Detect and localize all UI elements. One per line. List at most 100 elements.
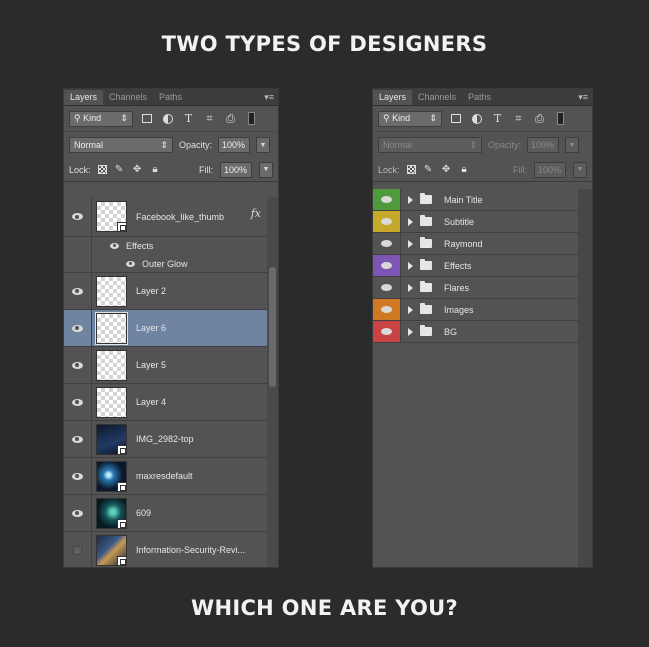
layer-group-row[interactable]: Images — [373, 299, 579, 321]
visibility-toggle[interactable] — [373, 255, 401, 276]
kind-filter-select[interactable]: ⚲ Kind ⇕ — [69, 110, 133, 127]
effects-row[interactable]: Effects — [64, 237, 269, 255]
panel-menu-icon[interactable]: ▾≡ — [578, 92, 588, 103]
shape-filter-icon[interactable]: ⌗ — [202, 111, 217, 126]
visibility-toggle[interactable] — [64, 255, 92, 272]
fill-dropdown-button[interactable]: ▼ — [259, 161, 273, 178]
layer-scrollbar[interactable] — [578, 189, 592, 567]
layer-row[interactable]: Layer 4 — [64, 384, 269, 421]
eye-icon[interactable] — [110, 243, 119, 249]
effect-item-row[interactable]: Outer Glow — [64, 255, 269, 273]
layer-row-selected[interactable]: Layer 6 — [64, 310, 269, 347]
adjustment-filter-icon[interactable] — [160, 111, 175, 126]
visibility-toggle[interactable] — [64, 310, 92, 346]
type-filter-icon[interactable]: T — [181, 111, 196, 126]
opacity-dropdown-button[interactable]: ▼ — [256, 137, 271, 153]
tab-layers[interactable]: Layers — [373, 90, 413, 105]
layer-name: maxresdefault — [136, 471, 193, 481]
blend-mode-select[interactable]: Normal ⇕ — [378, 137, 482, 153]
lock-label: Lock: — [69, 164, 91, 175]
visibility-toggle[interactable] — [64, 347, 92, 383]
visibility-toggle[interactable] — [373, 299, 401, 320]
type-filter-icon[interactable]: T — [490, 111, 505, 126]
visibility-toggle[interactable] — [373, 211, 401, 232]
filter-toggle-icon[interactable] — [244, 111, 259, 126]
lock-move-icon[interactable]: ✥ — [441, 164, 452, 175]
visibility-toggle[interactable] — [373, 233, 401, 254]
tab-paths[interactable]: Paths — [462, 90, 497, 105]
layer-row[interactable]: Layer 5 — [64, 347, 269, 384]
expand-arrow-icon[interactable] — [408, 217, 413, 226]
spinner-icon: ⇕ — [160, 139, 168, 150]
opacity-field[interactable]: 100% — [218, 137, 251, 153]
layer-row[interactable]: IMG_2982-top — [64, 421, 269, 458]
blend-mode-select[interactable]: Normal ⇕ — [69, 137, 173, 153]
opacity-dropdown-button[interactable]: ▼ — [565, 137, 580, 153]
visibility-toggle[interactable] — [64, 458, 92, 494]
smart-object-filter-icon[interactable]: ⎙ — [223, 111, 238, 126]
kind-filter-select[interactable]: ⚲ Kind ⇕ — [378, 110, 442, 127]
visibility-toggle[interactable] — [64, 197, 92, 236]
expand-arrow-icon[interactable] — [408, 195, 413, 204]
fill-field[interactable]: 100% — [534, 161, 566, 178]
image-filter-icon[interactable] — [448, 111, 463, 126]
panel-menu-icon[interactable]: ▾≡ — [264, 92, 274, 103]
tab-layers[interactable]: Layers — [64, 90, 104, 105]
layer-group-row[interactable]: Subtitle — [373, 211, 579, 233]
scrollbar-thumb[interactable] — [269, 267, 276, 387]
lock-brush-icon[interactable]: ✎ — [114, 164, 125, 175]
visibility-toggle[interactable] — [64, 273, 92, 309]
visibility-toggle[interactable] — [64, 384, 92, 420]
visibility-toggle[interactable] — [64, 532, 92, 567]
layer-group-row[interactable]: BG — [373, 321, 579, 343]
tab-paths[interactable]: Paths — [153, 90, 188, 105]
smart-object-filter-icon[interactable]: ⎙ — [532, 111, 547, 126]
layer-row[interactable]: Layer 2 — [64, 273, 269, 310]
tab-channels[interactable]: Channels — [103, 90, 153, 105]
adjustment-filter-icon[interactable] — [469, 111, 484, 126]
layer-row[interactable]: maxresdefault — [64, 458, 269, 495]
opacity-field[interactable]: 100% — [527, 137, 560, 153]
layer-group-row[interactable]: Raymond — [373, 233, 579, 255]
layer-name: Layer 6 — [136, 323, 167, 333]
group-name: Flares — [444, 282, 470, 293]
layer-name: Information-Security-Revi... — [136, 545, 246, 555]
lock-brush-icon[interactable]: ✎ — [423, 164, 434, 175]
eye-icon — [381, 262, 392, 269]
layer-scrollbar[interactable] — [267, 197, 278, 567]
layer-row[interactable]: 609 — [64, 495, 269, 532]
lock-all-icon[interactable]: 🔒︎ — [459, 164, 470, 175]
layer-group-row[interactable]: Main Title — [373, 189, 579, 211]
visibility-toggle[interactable] — [373, 321, 401, 342]
lock-transparent-icon[interactable] — [406, 165, 416, 174]
lock-move-icon[interactable]: ✥ — [132, 164, 143, 175]
fill-field[interactable]: 100% — [220, 161, 252, 178]
lock-transparent-icon[interactable] — [97, 165, 107, 174]
visibility-toggle[interactable] — [373, 189, 401, 210]
expand-arrow-icon[interactable] — [408, 327, 413, 336]
expand-arrow-icon[interactable] — [408, 261, 413, 270]
eye-icon — [72, 435, 83, 443]
eye-icon[interactable] — [126, 260, 135, 267]
tab-channels[interactable]: Channels — [412, 90, 462, 105]
kind-label: Kind — [392, 113, 411, 123]
layer-row[interactable]: Facebook_like_thumb fx — [64, 197, 269, 237]
filter-toggle-icon[interactable] — [553, 111, 568, 126]
visibility-toggle[interactable] — [64, 421, 92, 457]
layer-group-row[interactable]: Effects — [373, 255, 579, 277]
eye-icon — [72, 287, 83, 295]
visibility-toggle[interactable] — [64, 237, 92, 255]
expand-arrow-icon[interactable] — [408, 283, 413, 292]
visibility-toggle[interactable] — [64, 495, 92, 531]
fx-icon[interactable]: fx — [251, 207, 261, 220]
shape-filter-icon[interactable]: ⌗ — [511, 111, 526, 126]
layer-row[interactable]: Information-Security-Revi... — [64, 532, 269, 567]
lock-all-icon[interactable]: 🔒︎ — [150, 164, 161, 175]
expand-arrow-icon[interactable] — [408, 305, 413, 314]
visibility-toggle[interactable] — [373, 277, 401, 298]
fill-dropdown-button[interactable]: ▼ — [573, 161, 587, 178]
layer-group-row[interactable]: Flares — [373, 277, 579, 299]
image-filter-icon[interactable] — [139, 111, 154, 126]
expand-arrow-icon[interactable] — [408, 239, 413, 248]
layer-name: Layer 4 — [136, 397, 167, 407]
